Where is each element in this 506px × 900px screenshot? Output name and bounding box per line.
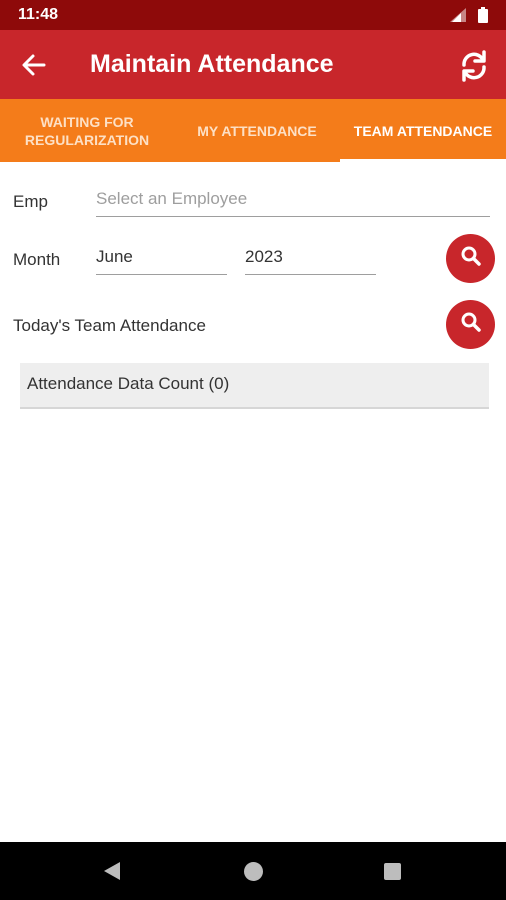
system-nav-bar: [0, 842, 506, 900]
page-title: Maintain Attendance: [90, 50, 334, 78]
status-bar: 11:48: [0, 0, 506, 30]
attendance-data-count: Attendance Data Count (0): [20, 363, 489, 409]
tab-waiting-for-regularization[interactable]: WAITING FOR REGULARIZATION: [0, 99, 174, 162]
tab-my-attendance[interactable]: MY ATTENDANCE: [174, 99, 340, 162]
nav-home-icon[interactable]: [244, 862, 263, 881]
tab-team-attendance[interactable]: TEAM ATTENDANCE: [340, 99, 506, 162]
refresh-icon[interactable]: [456, 48, 492, 84]
tab-label-line2: REGULARIZATION: [24, 131, 150, 148]
app-bar: Maintain Attendance: [0, 30, 506, 99]
tab-label-line1: WAITING FOR: [40, 113, 134, 130]
month-field[interactable]: June: [96, 244, 227, 275]
nav-recents-icon[interactable]: [384, 863, 401, 880]
month-search-button[interactable]: [446, 234, 495, 283]
tab-label: MY ATTENDANCE: [197, 122, 317, 139]
year-field[interactable]: 2023: [245, 244, 376, 275]
todays-team-attendance-label: Today's Team Attendance: [13, 316, 206, 335]
search-icon: [460, 245, 482, 272]
battery-icon: [478, 7, 488, 28]
search-icon: [460, 311, 482, 338]
tab-bar: WAITING FOR REGULARIZATION MY ATTENDANCE…: [0, 99, 506, 162]
emp-label: Emp: [13, 192, 48, 211]
tab-label: TEAM ATTENDANCE: [353, 122, 493, 139]
month-label: Month: [13, 250, 61, 269]
today-search-button[interactable]: [446, 300, 495, 349]
status-time: 11:48: [18, 6, 59, 23]
employee-select[interactable]: Select an Employee: [96, 186, 490, 217]
signal-icon: [450, 8, 466, 27]
back-arrow-icon[interactable]: [20, 52, 48, 78]
tab-active-indicator: [340, 159, 506, 162]
nav-back-icon[interactable]: [103, 861, 121, 886]
